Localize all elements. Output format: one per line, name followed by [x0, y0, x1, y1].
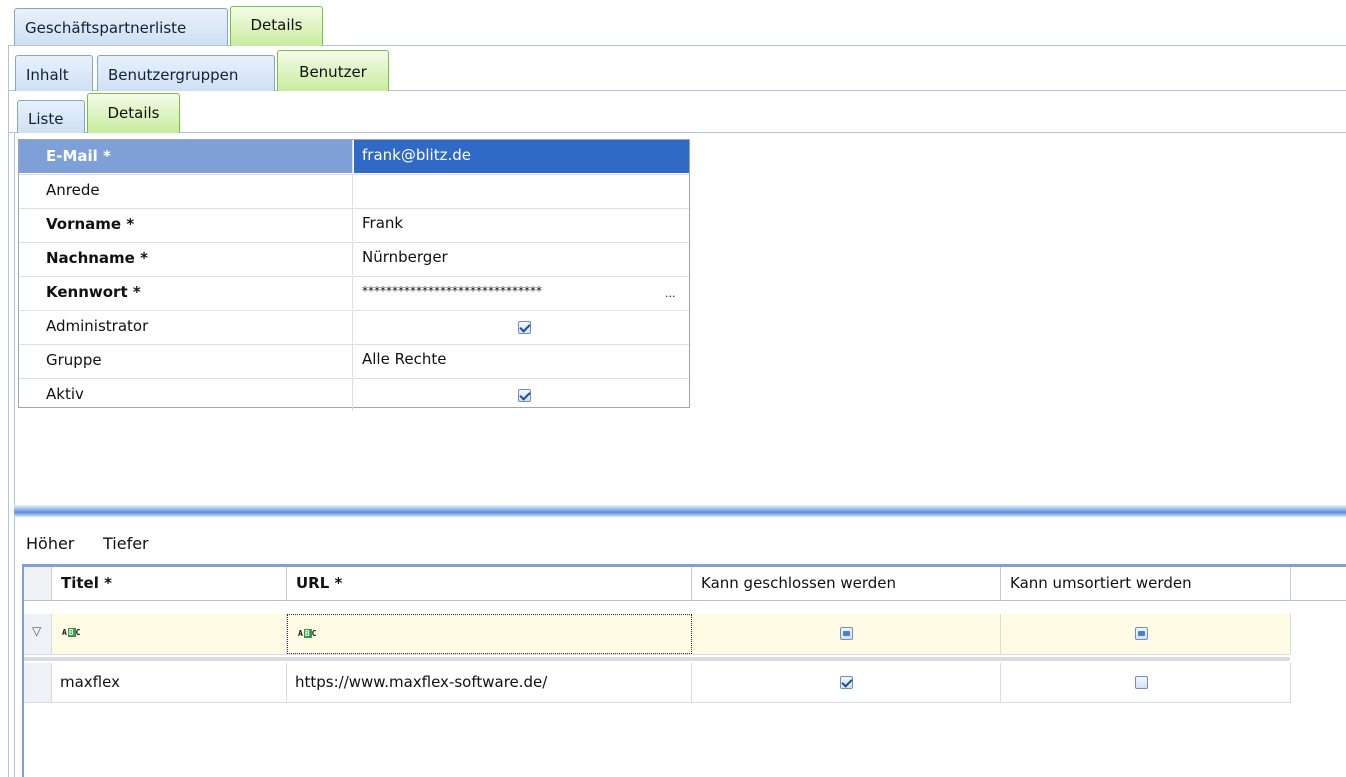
tabs-config-table: Titel * URL * Kann geschlossen werden Ka… — [22, 564, 1346, 777]
filter-checkbox-umsortiert[interactable] — [1135, 627, 1148, 640]
label-kennwort: Kennwort * — [19, 276, 353, 309]
label-administrator: Administrator — [19, 310, 353, 343]
column-header-titel[interactable]: Titel * — [52, 567, 287, 601]
tab-details-inner[interactable]: Details — [87, 93, 180, 133]
panel-left-border — [8, 46, 9, 777]
abc-text-filter-icon: ABC — [62, 628, 82, 637]
tab-geschaeftspartnerliste[interactable]: Geschäftspartnerliste — [14, 8, 228, 45]
filter-funnel-icon[interactable]: ▽ — [32, 624, 41, 638]
tab-details-top[interactable]: Details — [230, 6, 323, 46]
panel-splitter[interactable] — [14, 505, 1346, 517]
row-gruppe[interactable]: Gruppe Alle Rechte — [19, 344, 689, 379]
filter-checkbox-geschlossen[interactable] — [840, 627, 853, 640]
tab-liste[interactable]: Liste — [17, 100, 85, 133]
abc-text-filter-icon: ABC — [298, 629, 318, 638]
row-nachname[interactable]: Nachname * Nürnberger — [19, 242, 689, 277]
row-selector-header — [24, 567, 52, 601]
move-down-button[interactable]: Tiefer — [103, 533, 149, 555]
label-email: E-Mail * — [19, 140, 353, 173]
column-header-url[interactable]: URL * — [287, 567, 692, 601]
table-row-selector[interactable] — [24, 663, 52, 703]
label-gruppe: Gruppe — [19, 344, 353, 377]
cell-kann-umsortiert[interactable] — [1001, 663, 1291, 703]
row-aktiv[interactable]: Aktiv — [19, 378, 689, 412]
third-tab-strip — [8, 132, 1346, 133]
value-email[interactable]: frank@blitz.de — [354, 140, 689, 173]
label-anrede: Anrede — [19, 174, 353, 207]
checkbox-kann-umsortiert[interactable] — [1135, 676, 1148, 689]
label-aktiv: Aktiv — [19, 378, 353, 411]
tab-benutzer[interactable]: Benutzer — [277, 50, 389, 91]
cell-url[interactable]: https://www.maxflex-software.de/ — [287, 663, 692, 703]
column-header-kann-umsortiert[interactable]: Kann umsortiert werden — [1001, 567, 1291, 601]
tab-inhalt[interactable]: Inhalt — [15, 55, 93, 91]
row-anrede[interactable]: Anrede — [19, 174, 689, 209]
row-administrator[interactable]: Administrator — [19, 310, 689, 345]
checkbox-kann-geschlossen[interactable] — [840, 676, 853, 689]
top-tab-strip — [8, 45, 1346, 46]
label-vorname: Vorname * — [19, 208, 353, 241]
user-details-grid: E-Mail * frank@blitz.de Anrede Vorname *… — [18, 139, 690, 411]
administrator-checkbox[interactable] — [518, 321, 531, 334]
value-kennwort[interactable]: ****************************** — [354, 276, 664, 309]
filter-separator — [24, 657, 1290, 661]
panel-left-border-inner — [14, 133, 15, 777]
filter-row-selector: ▽ — [24, 614, 52, 654]
move-up-button[interactable]: Höher — [26, 533, 74, 555]
tab-benutzergruppen[interactable]: Benutzergruppen — [97, 55, 275, 91]
value-vorname[interactable]: Frank — [354, 208, 689, 241]
column-header-kann-geschlossen[interactable]: Kann geschlossen werden — [692, 567, 1001, 601]
aktiv-checkbox[interactable] — [518, 389, 531, 402]
column-header-filler — [1291, 567, 1346, 601]
row-email[interactable]: E-Mail * frank@blitz.de — [19, 140, 689, 175]
cell-titel[interactable]: maxflex — [52, 663, 287, 703]
filter-cell-url[interactable]: ABC — [287, 614, 692, 654]
value-gruppe[interactable]: Alle Rechte — [354, 344, 689, 377]
cell-kann-geschlossen[interactable] — [692, 663, 1001, 703]
kennwort-ellipsis-button[interactable]: ... — [665, 284, 676, 304]
value-nachname[interactable]: Nürnberger — [354, 242, 689, 275]
row-vorname[interactable]: Vorname * Frank — [19, 208, 689, 243]
filter-cell-kann-umsortiert[interactable] — [1001, 614, 1291, 654]
filter-cell-titel[interactable]: ABC — [52, 614, 287, 654]
label-nachname: Nachname * — [19, 242, 353, 275]
filter-cell-kann-geschlossen[interactable] — [692, 614, 1001, 654]
value-anrede[interactable] — [354, 174, 689, 207]
row-kennwort[interactable]: Kennwort * *****************************… — [19, 276, 689, 311]
